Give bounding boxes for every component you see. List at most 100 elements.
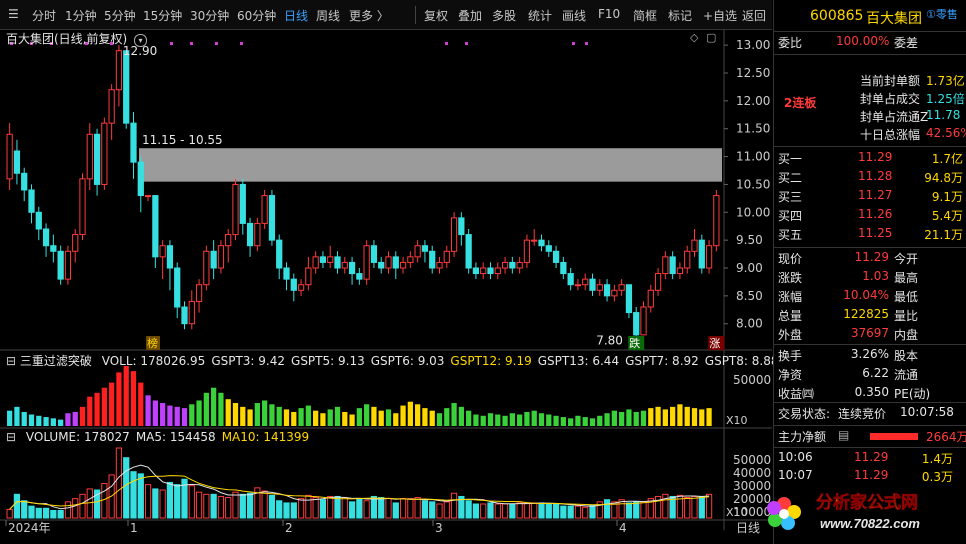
- volume-bar: [480, 503, 487, 519]
- bid-label: 买五: [778, 228, 803, 242]
- ind1-bar: [327, 409, 333, 426]
- collapse-icon[interactable]: ⊟: [6, 430, 16, 444]
- candle-body: [465, 234, 472, 269]
- indicator2-value: VOLUME: 178027: [25, 430, 130, 444]
- tick-row: 10:06 11.29 1.4万: [774, 450, 966, 469]
- candle-body: [188, 300, 195, 325]
- collapse-icon[interactable]: ⊟: [6, 354, 16, 368]
- bid-price: 11.26: [858, 207, 893, 221]
- ind1-bar: [291, 411, 297, 426]
- volume-bar: [356, 498, 363, 519]
- stat-label-right: PE(动): [894, 387, 931, 401]
- dropdown-icon[interactable]: ▾: [134, 34, 148, 47]
- indicator2-value: MA10: 141399: [221, 430, 310, 444]
- expand-icon: ▢: [706, 31, 716, 44]
- period-tab-8[interactable]: 更多 〉: [349, 7, 389, 24]
- price-tick: 11.50: [736, 122, 770, 136]
- period-tab-6[interactable]: 日线: [284, 7, 308, 24]
- ind1-bar: [174, 406, 180, 426]
- price-tick: 12.50: [736, 66, 770, 80]
- stat-value: 6.22: [862, 366, 889, 380]
- ind1-bar: [58, 419, 64, 426]
- fengdan-value: 1.73亿: [926, 74, 965, 88]
- menu-icon[interactable]: ☰: [8, 7, 19, 21]
- quote-label: 现价: [778, 252, 803, 266]
- bang-marker: 榜: [147, 336, 158, 350]
- volume-bar: [42, 507, 50, 519]
- toolbar-button-1[interactable]: 叠加: [458, 7, 482, 24]
- period-tab-1[interactable]: 1分钟: [65, 7, 97, 24]
- price-tick: 9.50: [736, 233, 763, 247]
- volume-bar: [421, 500, 429, 519]
- period-tab-4[interactable]: 30分钟: [190, 7, 229, 24]
- period-tab-0[interactable]: 分时: [32, 7, 56, 24]
- volume-bar: [545, 503, 552, 519]
- volume-bar: [494, 503, 501, 519]
- ind1-bar: [7, 410, 13, 426]
- ind1-bar: [283, 409, 290, 426]
- volume-bar: [239, 493, 246, 519]
- bid-price: 11.27: [858, 188, 893, 202]
- ind1-bar: [79, 406, 86, 426]
- bid-price: 11.25: [858, 226, 893, 240]
- kline-chart[interactable]: 11.15 - 10.55 13.00 12.50 12.00 11.50 11.00 10…: [0, 30, 772, 544]
- volume-bar: [370, 495, 378, 519]
- toolbar-button-0[interactable]: 复权: [424, 7, 448, 24]
- industry-tag[interactable]: ①零售: [926, 6, 958, 22]
- candle-body: [436, 261, 443, 269]
- toolbar-button-8[interactable]: +自选: [703, 7, 737, 24]
- period-tab-5[interactable]: 60分钟: [237, 7, 276, 24]
- candle-body: [669, 256, 676, 275]
- period-tab-3[interactable]: 15分钟: [143, 7, 182, 24]
- toolbar-button-9[interactable]: 返回: [742, 7, 766, 24]
- ind1-bar: [43, 417, 49, 426]
- ind1-bar: [109, 382, 115, 426]
- ind1-axis: 50000: [733, 373, 771, 387]
- bid-price: 11.29: [858, 150, 893, 164]
- candle-body: [181, 306, 188, 325]
- volume-bar: [276, 500, 283, 519]
- toolbar-button-5[interactable]: F10: [598, 7, 620, 21]
- period-tab-2[interactable]: 5分钟: [104, 7, 136, 24]
- candle-body: [254, 222, 261, 247]
- volume-bar: [123, 457, 130, 519]
- volume-bar: [188, 485, 195, 519]
- tick-row: 10:07 11.29 0.3万: [774, 468, 966, 487]
- netflow-icon[interactable]: ▤: [838, 428, 849, 442]
- volume-bar: [13, 493, 21, 519]
- ind1-bar: [189, 404, 195, 426]
- candle-body: [633, 312, 640, 336]
- ind1-bar: [684, 406, 690, 426]
- candle-body: [93, 133, 101, 185]
- volume-bar: [217, 495, 225, 519]
- candle-body: [210, 250, 217, 269]
- candle-body: [312, 256, 319, 269]
- candle-body: [363, 245, 370, 280]
- volume-bar: [698, 495, 705, 519]
- volume-bar: [327, 495, 334, 519]
- signal-dot: [465, 42, 468, 45]
- period-tab-7[interactable]: 周线: [316, 7, 340, 24]
- fengdan-row: 封单占成交 1.25倍: [774, 90, 966, 109]
- toolbar-button-6[interactable]: 简框: [633, 7, 657, 24]
- price-tick: 8.50: [736, 289, 763, 303]
- volume-bar: [64, 501, 72, 519]
- ind1-bar: [458, 406, 464, 426]
- candle-body: [676, 267, 684, 275]
- quote-row: 涨跌 1.03 最高: [774, 269, 966, 288]
- ind1-bar: [487, 413, 494, 426]
- volume-bar: [560, 505, 567, 519]
- volume-bar: [232, 491, 239, 519]
- candle-body: [625, 284, 633, 314]
- fengdan-value: 11.78: [926, 108, 961, 122]
- toolbar-button-7[interactable]: 标记: [668, 7, 692, 24]
- candle-body: [225, 234, 232, 247]
- toolbar-button-4[interactable]: 画线: [562, 7, 586, 24]
- candle-body: [611, 289, 618, 297]
- ind1-bar: [364, 404, 370, 426]
- toolbar-button-3[interactable]: 统计: [528, 7, 552, 24]
- ind1-bar: [451, 403, 457, 426]
- candle-body: [246, 222, 254, 247]
- toolbar-button-2[interactable]: 多股: [492, 7, 516, 24]
- candle-body: [414, 245, 421, 258]
